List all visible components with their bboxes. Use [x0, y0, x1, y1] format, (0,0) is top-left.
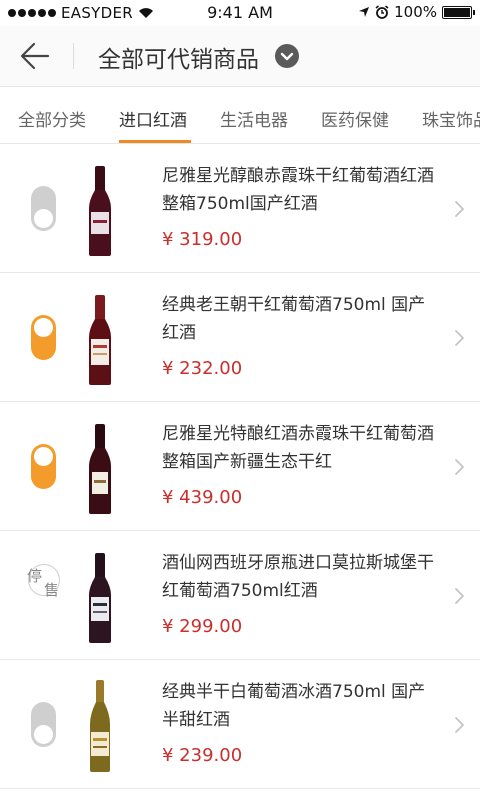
product-list: 尼雅星光醇酿赤霞珠干红葡萄酒红酒整箱750ml国产红酒 ¥ 319.00 经典老… [0, 144, 480, 789]
status-indicators: 100% [358, 3, 475, 21]
product-price: ¥ 239.00 [162, 745, 243, 766]
location-arrow-icon [359, 7, 370, 17]
category-tab-bar: 全部分类 进口红酒 生活电器 医药保健 珠宝饰品 [0, 86, 480, 144]
chevron-right-icon [455, 201, 464, 217]
product-image [89, 295, 111, 385]
page-title[interactable]: 全部可代销商品 [98, 40, 259, 74]
product-title: 尼雅星光醇酿赤霞珠干红葡萄酒红酒整箱750ml国产红酒 [162, 166, 434, 214]
wine-bottle-icon [89, 424, 111, 514]
listing-toggle[interactable] [31, 315, 56, 360]
tab-jewelry[interactable]: 珠宝饰品 [422, 106, 480, 131]
battery-percent: 100% [394, 3, 437, 21]
stopped-sale-label: 售 [44, 581, 60, 599]
product-image [89, 166, 111, 256]
wine-bottle-icon [90, 680, 110, 772]
chevron-down-icon [280, 52, 294, 61]
wine-bottle-icon [89, 295, 111, 385]
chevron-right-icon [455, 717, 464, 733]
status-bar: EASYDER 9:41 AM 100% [0, 0, 480, 26]
alarm-clock-icon [375, 5, 389, 19]
stopped-sale-label: 停 [27, 567, 43, 585]
back-arrow-icon [20, 42, 50, 70]
product-image [89, 424, 111, 514]
product-row[interactable]: 经典老王朝干红葡萄酒750ml 国产红酒 ¥ 232.00 [0, 273, 480, 402]
product-image [89, 553, 111, 643]
back-button[interactable] [16, 38, 56, 74]
product-title: 酒仙网西班牙原瓶进口莫拉斯城堡干红葡萄酒750ml红酒 [162, 553, 434, 601]
active-tab-indicator [119, 140, 191, 143]
product-row[interactable]: 停 售 酒仙网西班牙原瓶进口莫拉斯城堡干红葡萄酒750ml红酒 ¥ 299.00 [0, 531, 480, 660]
listing-toggle[interactable] [31, 702, 56, 747]
product-row[interactable]: 经典半干白葡萄酒冰酒750ml 国产半甜红酒 ¥ 239.00 [0, 660, 480, 789]
product-row[interactable]: 尼雅星光醇酿赤霞珠干红葡萄酒红酒整箱750ml国产红酒 ¥ 319.00 [0, 144, 480, 273]
wine-bottle-icon [89, 166, 111, 256]
product-price: ¥ 319.00 [162, 229, 243, 250]
tab-all-categories[interactable]: 全部分类 [18, 106, 86, 131]
title-dropdown-button[interactable] [275, 44, 299, 68]
listing-toggle[interactable] [31, 186, 56, 231]
header-divider [73, 43, 74, 69]
chevron-right-icon [455, 330, 464, 346]
tab-home-appliances[interactable]: 生活电器 [220, 106, 288, 131]
battery-icon [442, 5, 475, 19]
product-price: ¥ 439.00 [162, 487, 243, 508]
tab-health-care[interactable]: 医药保健 [321, 106, 389, 131]
product-title: 经典半干白葡萄酒冰酒750ml 国产半甜红酒 [162, 682, 426, 730]
chevron-right-icon [455, 459, 464, 475]
product-price: ¥ 299.00 [162, 616, 243, 637]
product-row[interactable]: 尼雅星光特酿红酒赤霞珠干红葡萄酒整箱国产新疆生态干红 ¥ 439.00 [0, 402, 480, 531]
product-title: 尼雅星光特酿红酒赤霞珠干红葡萄酒整箱国产新疆生态干红 [162, 424, 434, 472]
chevron-right-icon [455, 588, 464, 604]
stopped-sale-badge: 停 售 [27, 564, 60, 599]
navigation-header: 全部可代销商品 [0, 26, 480, 86]
tab-imported-wine[interactable]: 进口红酒 [119, 106, 187, 131]
listing-toggle[interactable] [31, 444, 56, 489]
product-image [90, 680, 110, 772]
product-price: ¥ 232.00 [162, 358, 243, 379]
product-title: 经典老王朝干红葡萄酒750ml 国产红酒 [162, 295, 426, 343]
wine-bottle-icon [89, 553, 111, 643]
